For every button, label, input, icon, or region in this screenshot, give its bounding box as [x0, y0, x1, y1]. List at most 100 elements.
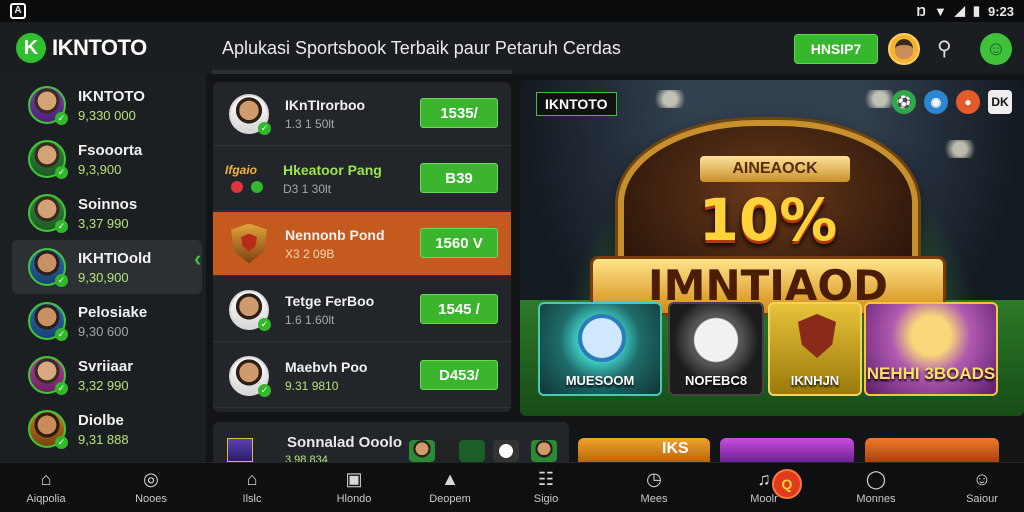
user-avatar[interactable]	[888, 33, 920, 65]
nav-item[interactable]: ▣ Hlondo	[314, 469, 394, 505]
nav-item[interactable]: ☺ Saiour	[942, 469, 1022, 505]
match-sub: 9.31 9810	[285, 378, 339, 393]
search-icon[interactable]: ⚲	[937, 36, 961, 60]
nav-label: Sigio	[533, 493, 559, 505]
player-avatar	[229, 289, 271, 331]
sidebar-item-label: Fsooorta	[78, 141, 143, 159]
player-avatar	[28, 140, 68, 179]
logo-text: IKNTOTO	[52, 35, 147, 60]
player-avatar	[229, 93, 271, 135]
sidebar-item[interactable]: Pelosiake 9,30 600	[12, 294, 202, 348]
basketball-icon[interactable]: ●	[956, 90, 980, 114]
match-row[interactable]: Tetge FerBoo 1.6 1.60lt 1545 /	[213, 278, 511, 342]
wifi-icon: ▼	[933, 3, 947, 19]
clock-time: 9:23	[987, 3, 1014, 19]
match-sub: 1.6 1.60lt	[285, 312, 335, 327]
stadium-light	[650, 90, 690, 108]
nav-item[interactable]: ♫ Moolr Q	[724, 469, 804, 505]
promo-ribbon: AINEAOCK	[700, 156, 850, 182]
status-bar: A Ŋ ▼ ◢ ▮ 9:23	[0, 0, 1024, 22]
sidebar-item[interactable]: Diolbe 9,31 888	[12, 402, 202, 456]
player-avatar	[409, 440, 435, 462]
sidebar-item[interactable]: IKNTOTO 9,330 000	[12, 78, 202, 132]
app-notification-icon: A	[10, 3, 26, 19]
nav-item[interactable]: ◷ Mees	[614, 469, 694, 505]
game-tile[interactable]: NOFEBC8	[668, 302, 764, 396]
match-name: Nennonb Pond	[285, 226, 385, 243]
banner-icons: ⚽ ◉ ● DK	[892, 90, 1012, 114]
promo-banner[interactable]: IKNTOTO ⚽ ◉ ● DK AINEAOCK 10% IMNTIAOD M…	[520, 80, 1024, 416]
user-icon: ☺	[972, 469, 992, 489]
player-avatar	[28, 194, 68, 233]
soccer-ball-icon: ◎	[143, 469, 159, 489]
logo-k-icon: K	[16, 33, 46, 63]
app-logo[interactable]: K IKNTOTO	[16, 33, 147, 63]
sidebar-item-value: 9,3,900	[78, 161, 122, 177]
home-outline-icon: ⌂	[40, 469, 52, 489]
match-name: Maebvh Poo	[285, 358, 368, 375]
sidebar-item[interactable]: Svriiaar 3,32 990	[12, 348, 202, 402]
match-sub: 1.3 1 50lt	[285, 116, 335, 131]
tab-indicator	[212, 70, 512, 74]
nav-label: Hlondo	[336, 493, 372, 505]
odds-button[interactable]: 1545 /	[420, 294, 498, 324]
crest-icon	[231, 223, 267, 264]
match-row[interactable]: Maebvh Poo 9.31 9810 D453/	[213, 344, 511, 408]
nav-item[interactable]: ⌂ Aiqpolia	[6, 469, 86, 505]
smiley-icon[interactable]: ☺	[980, 33, 1012, 65]
ball-icon	[578, 314, 626, 362]
sidebar-item[interactable]: Soinnos 3,37 990	[12, 186, 202, 240]
soccer-ball-icon[interactable]: ⚽	[892, 90, 916, 114]
shield-icon: ◯	[865, 469, 887, 489]
document-icon: ▣	[345, 469, 363, 489]
clock-icon: ◷	[646, 469, 662, 489]
promo-card[interactable]: IKS	[578, 438, 710, 462]
sidebar-item-label: IKNTOTO	[78, 87, 145, 105]
signal-icon: ◢	[954, 3, 965, 18]
chevron-left-icon[interactable]: ‹	[194, 246, 201, 272]
dk-icon[interactable]: DK	[988, 90, 1012, 114]
game-tile[interactable]: NEHHI 3BOADS	[864, 302, 998, 396]
sidebar-item[interactable]: Fsooorta 9,3,900	[12, 132, 202, 186]
match-name: IKnTIrorboo	[285, 96, 366, 113]
odds-button[interactable]: D453/	[420, 360, 498, 390]
odds-button[interactable]: 1535/	[420, 98, 498, 128]
nav-item[interactable]: ◯ Monnes	[836, 469, 916, 505]
nav-item[interactable]: ◎ Nooes	[111, 469, 191, 505]
game-tile[interactable]: MUESOOM	[538, 302, 662, 396]
team-logo-text: Ifgaio	[225, 162, 257, 177]
match-row[interactable]: Ifgaio Hkeatoor Pang D3 1 30lt B39	[213, 147, 511, 211]
odds-button[interactable]: B39	[420, 163, 498, 193]
header-action-button[interactable]: HNSIP7	[794, 34, 878, 64]
game-tile-label: NOFEBC8	[684, 373, 748, 388]
nav-item[interactable]: ⌂ Ilslc	[212, 469, 292, 505]
notification-badge[interactable]: Q	[772, 469, 802, 499]
sidebar-item-value: 9,330 000	[78, 107, 136, 123]
nav-item[interactable]: ▲ Deopem	[410, 469, 490, 505]
player-avatar	[28, 302, 68, 341]
nav-item[interactable]: ☷ Sigio	[506, 469, 586, 505]
promo-shield: AINEAOCK 10% IMNTIAOD	[590, 120, 946, 316]
globe-icon[interactable]: ◉	[924, 90, 948, 114]
player-avatar	[28, 248, 68, 287]
nfc-icon: Ŋ	[916, 3, 926, 19]
match-card[interactable]: Sonnalad Ooolo 3.98.834	[213, 422, 569, 466]
ball-icon	[493, 440, 519, 462]
match-row-selected[interactable]: Nennonb Pond X3 2 09B 1560 V	[213, 212, 511, 276]
game-tile-label: MUESOOM	[565, 373, 635, 388]
sidebar-item-active[interactable]: IKHTIOold 9,30,900	[12, 240, 202, 294]
player-avatar	[28, 356, 68, 395]
game-tile[interactable]: IKNHJN	[768, 302, 862, 396]
sidebar-item-value: 3,32 990	[78, 377, 129, 393]
promo-card[interactable]	[865, 438, 999, 462]
swap-icon	[459, 440, 485, 462]
bottom-cards: Sonnalad Ooolo 3.98.834 IKS	[213, 422, 1024, 466]
odds-button[interactable]: 1560 V	[420, 228, 498, 258]
match-row[interactable]: IKnTIrorboo 1.3 1 50lt 1535/	[213, 82, 511, 146]
crest-icon	[798, 314, 836, 358]
promo-card[interactable]	[720, 438, 854, 462]
match-sub: X3 2 09B	[285, 246, 335, 261]
page-tagline: Aplukasi Sportsbook Terbaik paur Petaruh…	[222, 38, 621, 58]
player-avatar	[229, 355, 271, 397]
red-dot-icon	[231, 180, 243, 193]
